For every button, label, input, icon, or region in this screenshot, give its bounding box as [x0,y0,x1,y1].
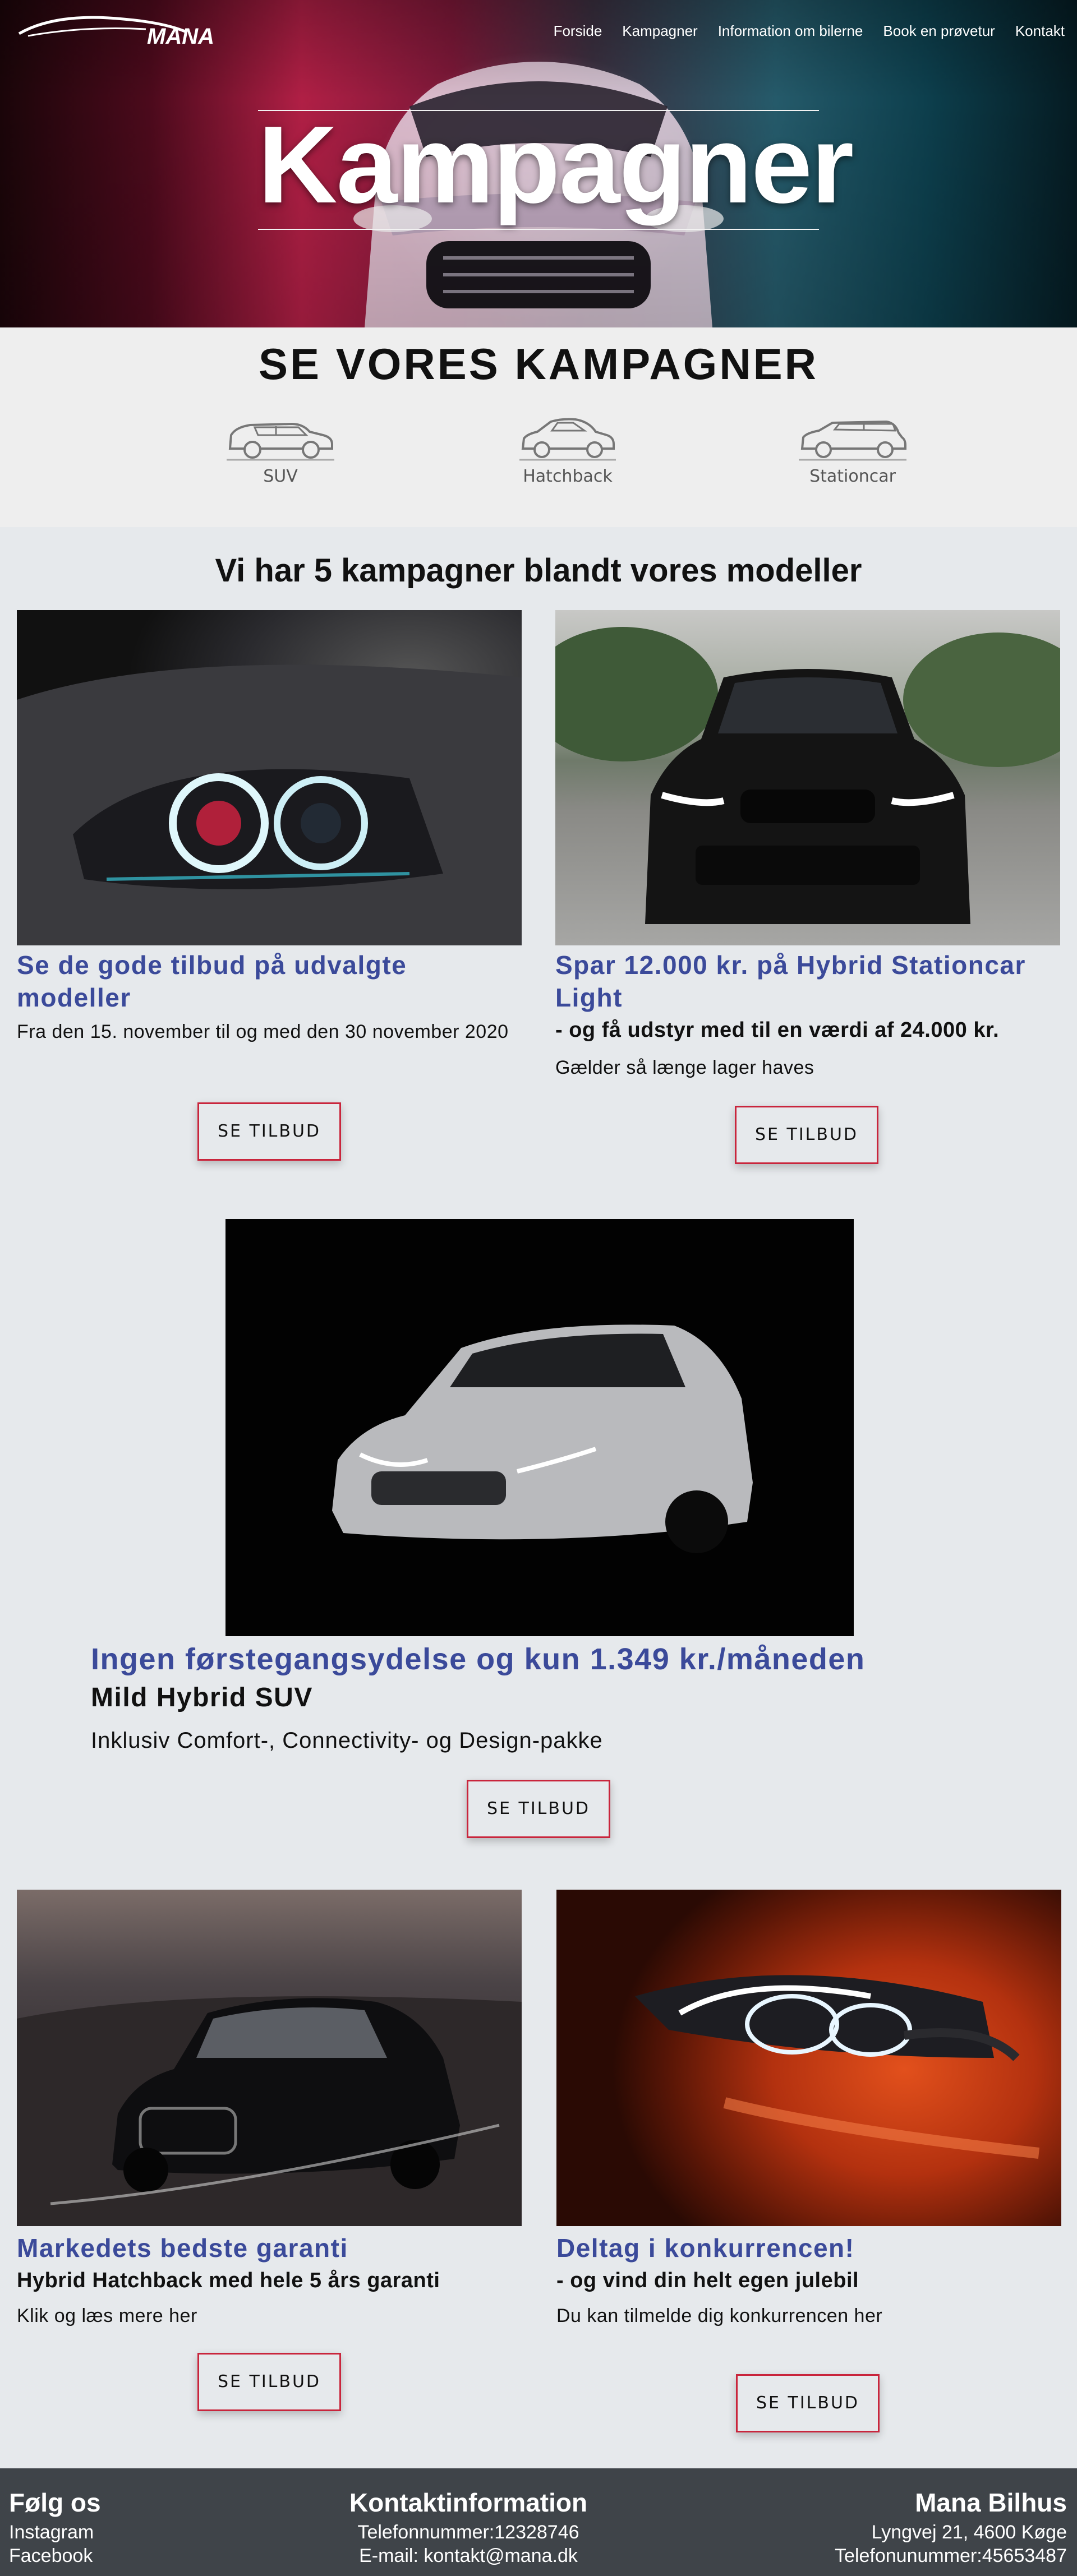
stationcar-icon [799,420,906,461]
see-offer-button[interactable]: SE TILBUD [735,1106,878,1164]
footer-company-title: Mana Bilhus [915,2488,1067,2517]
campaign-image-headlights[interactable] [17,610,522,945]
mana-logo[interactable]: MANA [17,7,219,52]
campaign-text: Fra den 15. november til og med den 30 n… [17,1021,509,1042]
footer-company-address: Lyngvej 21, 4600 Køge [871,2522,1067,2543]
campaign-title: Spar 12.000 kr. på Hybrid Stationcar Lig… [555,950,1026,1012]
category-label: SUV [263,467,298,486]
suv-icon [227,422,334,461]
footer-contact-title: Kontaktinformation [349,2488,588,2517]
campaign-text: Du kan tilmelde dig konkurrencen her [556,2305,883,2326]
hero-title: Kampagner [258,103,854,226]
category-section: SE VORES KAMPAGNER SUV Hatchback Station… [0,327,1077,527]
hero-rule-bottom [258,229,819,230]
see-offer-button[interactable]: SE TILBUD [197,2353,341,2411]
category-suv[interactable]: SUV [213,413,348,502]
footer: Følg os Instagram Facebook Kontaktinform… [0,2468,1077,2576]
category-stationcar[interactable]: Stationcar [785,413,920,502]
see-offer-button[interactable]: SE TILBUD [736,2374,880,2432]
nav-kontakt[interactable]: Kontakt [1015,22,1065,40]
main-nav: Forside Kampagner Information om bilerne… [554,22,1065,40]
campaign-text: Klik og læs mere her [17,2305,197,2326]
nav-forside[interactable]: Forside [554,22,602,40]
campaign-title: Se de gode tilbud på udvalgte modeller [17,950,407,1012]
campaign-text: Inklusiv Comfort-, Connectivity- og Desi… [91,1728,603,1753]
facebook-link[interactable]: Facebook [9,2545,93,2567]
campaign-image-black-hatchback[interactable] [17,1890,522,2226]
campaign-image-red-car-headlight[interactable] [556,1890,1061,2226]
nav-information[interactable]: Information om bilerne [718,22,863,40]
campaign-title: Ingen førstegangsydelse og kun 1.349 kr.… [91,1642,866,1676]
footer-contact-phone: Telefonnummer:12328746 [357,2522,579,2543]
category-hatchback[interactable]: Hatchback [500,413,635,502]
footer-contact-email[interactable]: E-mail: kontakt@mana.dk [314,2545,623,2567]
instagram-link[interactable]: Instagram [9,2521,94,2543]
campaign-subtitle: - og få udstyr med til en værdi af 24.00… [555,1018,1000,1042]
campaign-text: Gælder så længe lager haves [555,1057,814,1078]
see-offer-button[interactable]: SE TILBUD [467,1780,610,1838]
logo-text: MANA [147,24,214,49]
campaign-title: Markedets bedste garanti [17,2233,348,2263]
category-heading: SE VORES KAMPAGNER [258,339,819,389]
see-offer-button[interactable]: SE TILBUD [197,1102,341,1161]
campaign-title: Deltag i konkurrencen! [556,2233,855,2263]
footer-company-phone: Telefonunummer:45653487 [835,2545,1067,2566]
campaign-subtitle: - og vind din helt egen julebil [556,2269,859,2292]
category-label: Stationcar [809,467,896,486]
footer-follow-title: Følg os [9,2488,101,2517]
campaign-subtitle: Hybrid Hatchback med hele 5 års garanti [17,2269,440,2292]
campaign-image-white-suv[interactable] [225,1219,854,1636]
campaign-count-heading: Vi har 5 kampagner blandt vores modeller [215,552,862,589]
hero-banner: MANA Forside Kampagner Information om bi… [0,0,1077,327]
category-label: Hatchback [523,467,613,486]
nav-kampagner[interactable]: Kampagner [622,22,697,40]
campaign-image-black-sedan[interactable] [555,610,1060,945]
campaign-subtitle: Mild Hybrid SUV [91,1683,313,1712]
nav-book-proevetur[interactable]: Book en prøvetur [883,22,995,40]
hatchback-icon [519,418,616,461]
